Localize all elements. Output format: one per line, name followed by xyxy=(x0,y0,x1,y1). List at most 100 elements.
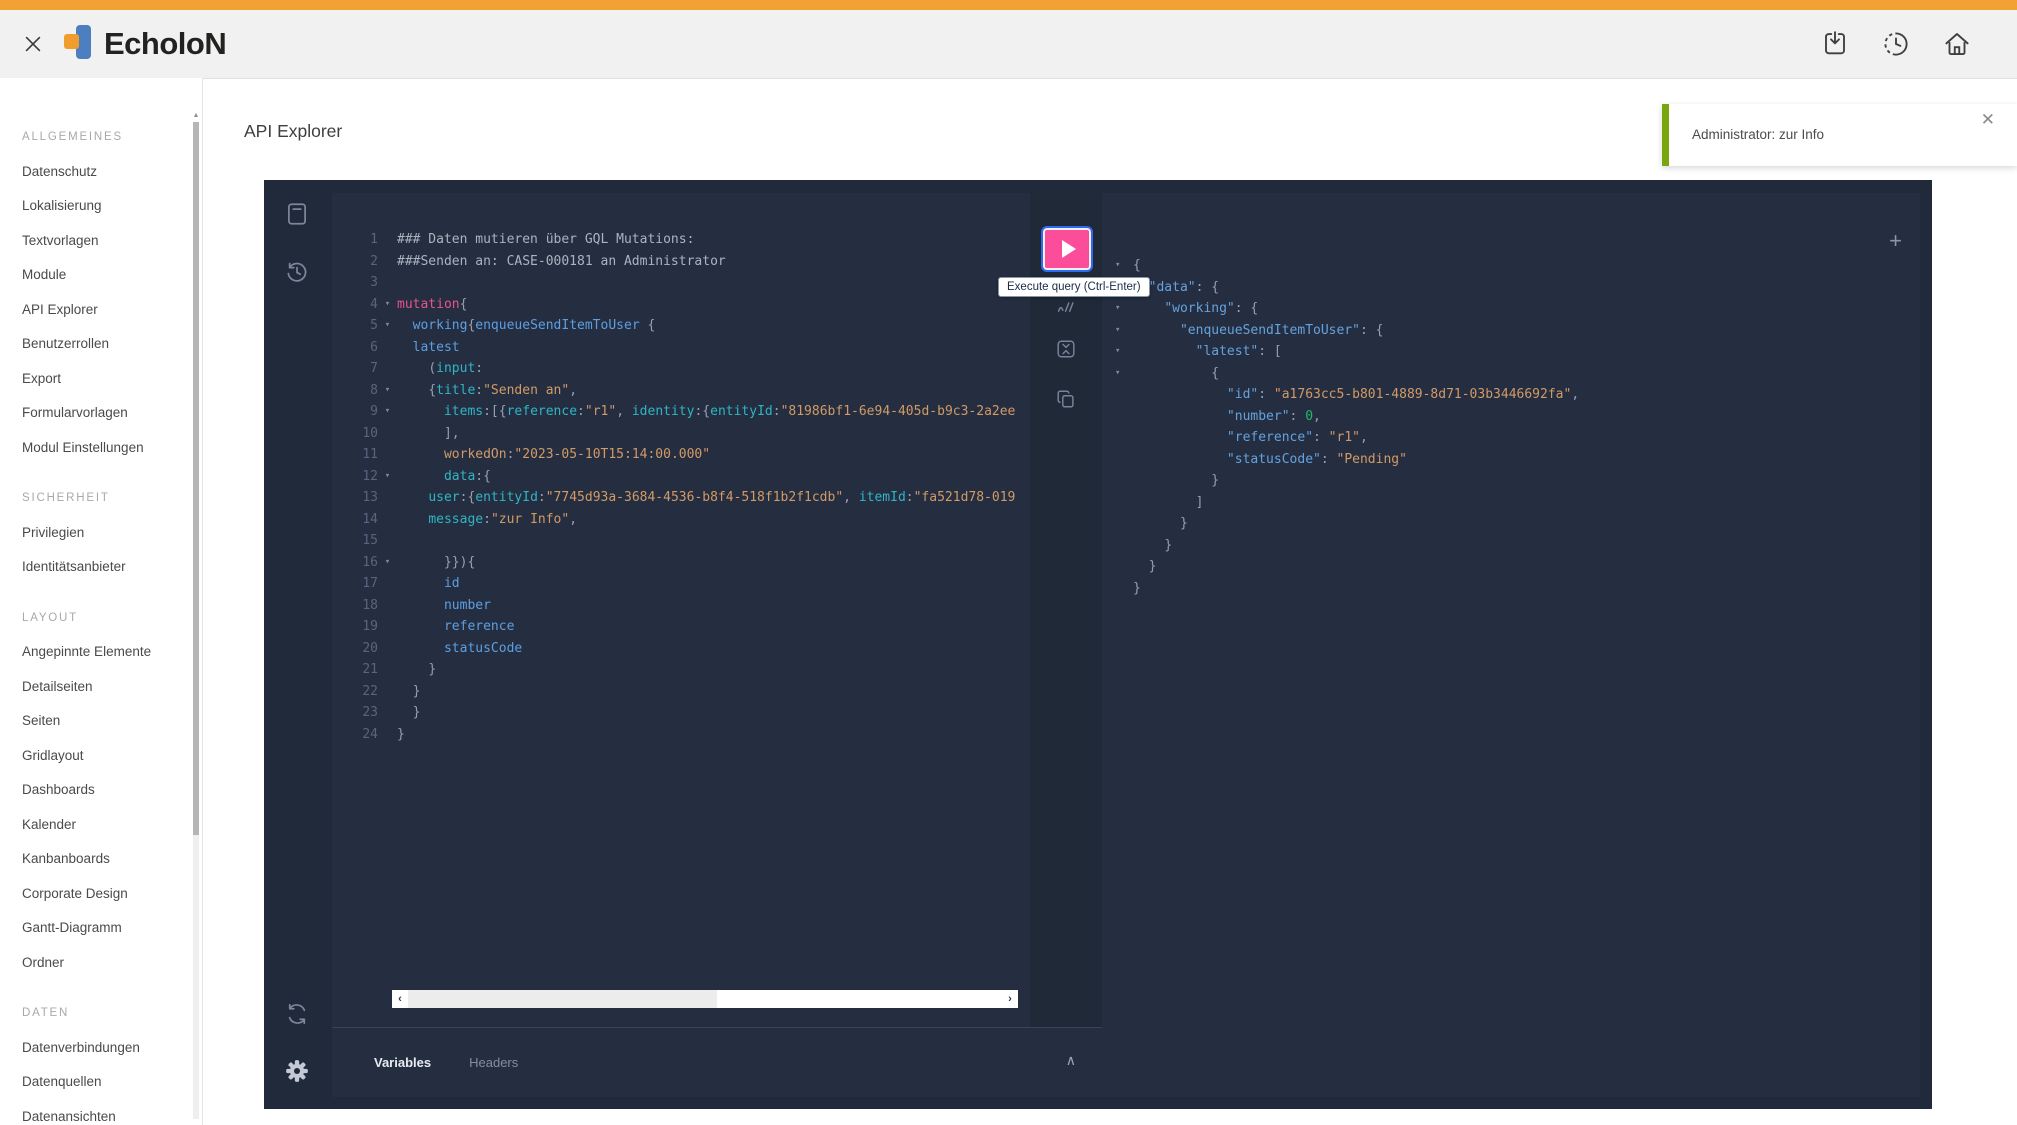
query-line[interactable]: 8 ▾ {title:"Senden an", xyxy=(332,380,1030,402)
graphiql-container: 1 ### Daten mutieren über GQL Mutations: 2… xyxy=(264,180,1932,1109)
scroll-left-button[interactable]: ‹ xyxy=(392,990,408,1008)
query-line[interactable]: 21 } xyxy=(332,659,1030,681)
sidebar-item-benutzerrollen[interactable]: Benutzerrollen xyxy=(22,327,202,362)
fold-arrow-icon[interactable]: ▾ xyxy=(378,294,397,316)
add-tab-icon[interactable]: + xyxy=(1889,230,1902,252)
sidebar-item-export[interactable]: Export xyxy=(22,362,202,397)
sidebar-item-lokalisierung[interactable]: Lokalisierung xyxy=(22,189,202,224)
fold-arrow-icon[interactable]: ▾ xyxy=(378,552,397,574)
query-line[interactable]: 15 xyxy=(332,530,1030,552)
sidebar-item-datenansichten[interactable]: Datenansichten xyxy=(22,1100,202,1125)
history-button[interactable] xyxy=(1880,28,1912,60)
fold-arrow-icon[interactable]: ▾ xyxy=(1115,363,1120,385)
sidebar-item-kanbanboards[interactable]: Kanbanboards xyxy=(22,842,202,877)
query-line[interactable]: 24} xyxy=(332,724,1030,746)
sidebar-item-gantt-diagramm[interactable]: Gantt-Diagramm xyxy=(22,911,202,946)
response-line: ▾ "latest": [ xyxy=(1102,341,1920,363)
query-line[interactable]: 12 ▾ data:{ xyxy=(332,466,1030,488)
sidebar-item-gridlayout[interactable]: Gridlayout xyxy=(22,739,202,774)
fold-arrow-icon[interactable]: ▾ xyxy=(1115,320,1120,342)
import-button[interactable] xyxy=(1819,28,1851,60)
sidebar-item-identit-tsanbieter[interactable]: Identitätsanbieter xyxy=(22,550,202,585)
scroll-track[interactable] xyxy=(408,990,1002,1008)
sidebar-item-textvorlagen[interactable]: Textvorlagen xyxy=(22,224,202,259)
sidebar-scroll-thumb[interactable] xyxy=(193,122,199,835)
sidebar-section-allgemeines: ALLGEMEINES xyxy=(22,131,123,143)
history-icon xyxy=(1884,32,1908,56)
fold-arrow-icon[interactable]: ▾ xyxy=(378,401,397,423)
fold-arrow-icon[interactable]: ▾ xyxy=(378,380,397,402)
toast-status-bar xyxy=(1662,104,1669,166)
scroll-right-button[interactable]: › xyxy=(1002,990,1018,1008)
query-line[interactable]: 18 number xyxy=(332,595,1030,617)
query-line[interactable]: 19 reference xyxy=(332,616,1030,638)
tab-variables[interactable]: Variables xyxy=(374,1055,431,1070)
refresh-icon xyxy=(288,1003,306,1025)
fold-arrow-icon[interactable]: ▾ xyxy=(1115,298,1120,320)
sidebar-item-module[interactable]: Module xyxy=(22,258,202,293)
history-panel-button[interactable] xyxy=(284,259,310,285)
sidebar-item-privilegien[interactable]: Privilegien xyxy=(22,516,202,551)
sidebar-item-datenschutz[interactable]: Datenschutz xyxy=(22,155,202,190)
fold-arrow-icon[interactable]: ▾ xyxy=(378,315,397,337)
query-line[interactable]: 16 ▾ }}){ xyxy=(332,552,1030,574)
sidebar-item-modul-einstellungen[interactable]: Modul Einstellungen xyxy=(22,431,202,466)
execute-query-button[interactable] xyxy=(1041,226,1093,272)
fold-arrow-icon[interactable]: ▾ xyxy=(378,466,397,488)
query-editor[interactable]: 1 ### Daten mutieren über GQL Mutations: 2… xyxy=(332,193,1030,745)
query-line[interactable]: 23 } xyxy=(332,702,1030,724)
gear-icon xyxy=(286,1060,308,1082)
sidebar-item-angepinnte-elemente[interactable]: Angepinnte Elemente xyxy=(22,635,202,670)
query-line[interactable]: 20 statusCode xyxy=(332,638,1030,660)
sidebar-item-detailseiten[interactable]: Detailseiten xyxy=(22,670,202,705)
close-icon xyxy=(25,36,41,52)
query-line[interactable]: 17 id xyxy=(332,573,1030,595)
copy-query-button[interactable] xyxy=(1055,388,1077,410)
sidebar-item-api-explorer[interactable]: API Explorer xyxy=(22,293,202,328)
prettify-icon xyxy=(1057,302,1074,312)
scroll-up-arrow-icon[interactable]: ▲ xyxy=(192,112,200,119)
query-line[interactable]: 5 ▾ working{enqueueSendItemToUser { xyxy=(332,315,1030,337)
query-line[interactable]: 13 user:{entityId:"7745d93a-3684-4536-b8… xyxy=(332,487,1030,509)
query-line[interactable]: 6 latest xyxy=(332,337,1030,359)
toast-close-button[interactable]: ✕ xyxy=(1981,110,1995,130)
sidebar-item-formularvorlagen[interactable]: Formularvorlagen xyxy=(22,396,202,431)
sidebar-item-seiten[interactable]: Seiten xyxy=(22,704,202,739)
query-line[interactable]: 3 xyxy=(332,272,1030,294)
query-line[interactable]: 9 ▾ items:[{reference:"r1", identity:{ent… xyxy=(332,401,1030,423)
query-line[interactable]: 1 ### Daten mutieren über GQL Mutations: xyxy=(332,229,1030,251)
echolon-logo-icon xyxy=(64,20,94,68)
sidebar-scrollbar[interactable]: ▲ xyxy=(192,78,200,1125)
home-button[interactable] xyxy=(1941,28,1973,60)
accent-stripe xyxy=(0,0,2017,10)
fold-arrow-icon[interactable]: ▾ xyxy=(1115,341,1120,363)
tab-headers[interactable]: Headers xyxy=(469,1055,518,1070)
prettify-button[interactable] xyxy=(1055,297,1077,319)
sidebar-item-datenverbindungen[interactable]: Datenverbindungen xyxy=(22,1031,202,1066)
editor-horizontal-scrollbar[interactable]: ‹ › xyxy=(392,990,1018,1008)
scroll-thumb[interactable] xyxy=(408,990,717,1008)
sidebar-item-dashboards[interactable]: Dashboards xyxy=(22,773,202,808)
query-line[interactable]: 22 } xyxy=(332,681,1030,703)
refetch-schema-button[interactable] xyxy=(284,1001,310,1027)
sidebar-item-kalender[interactable]: Kalender xyxy=(22,808,202,843)
collapse-chevron-icon[interactable]: ∧ xyxy=(1066,1052,1076,1069)
query-line[interactable]: 14 message:"zur Info", xyxy=(332,509,1030,531)
sidebar-item-corporate-design[interactable]: Corporate Design xyxy=(22,877,202,912)
docs-button[interactable] xyxy=(284,201,310,227)
sidebar-item-ordner[interactable]: Ordner xyxy=(22,946,202,981)
query-line[interactable]: 11 workedOn:"2023-05-10T15:14:00.000" xyxy=(332,444,1030,466)
query-line[interactable]: 7 (input: xyxy=(332,358,1030,380)
query-line[interactable]: 10 ], xyxy=(332,423,1030,445)
query-line[interactable]: 4 ▾ mutation{ xyxy=(332,294,1030,316)
merge-fragments-button[interactable] xyxy=(1055,338,1077,360)
close-window-button[interactable] xyxy=(16,27,50,61)
query-editor-pane[interactable]: 1 ### Daten mutieren über GQL Mutations: 2… xyxy=(332,193,1030,1097)
sidebar-item-datenquellen[interactable]: Datenquellen xyxy=(22,1065,202,1100)
settings-button[interactable] xyxy=(284,1058,310,1084)
fold-arrow-icon[interactable]: ▾ xyxy=(1115,255,1120,277)
query-line[interactable]: 2 ###Senden an: CASE-000181 an Administra… xyxy=(332,251,1030,273)
